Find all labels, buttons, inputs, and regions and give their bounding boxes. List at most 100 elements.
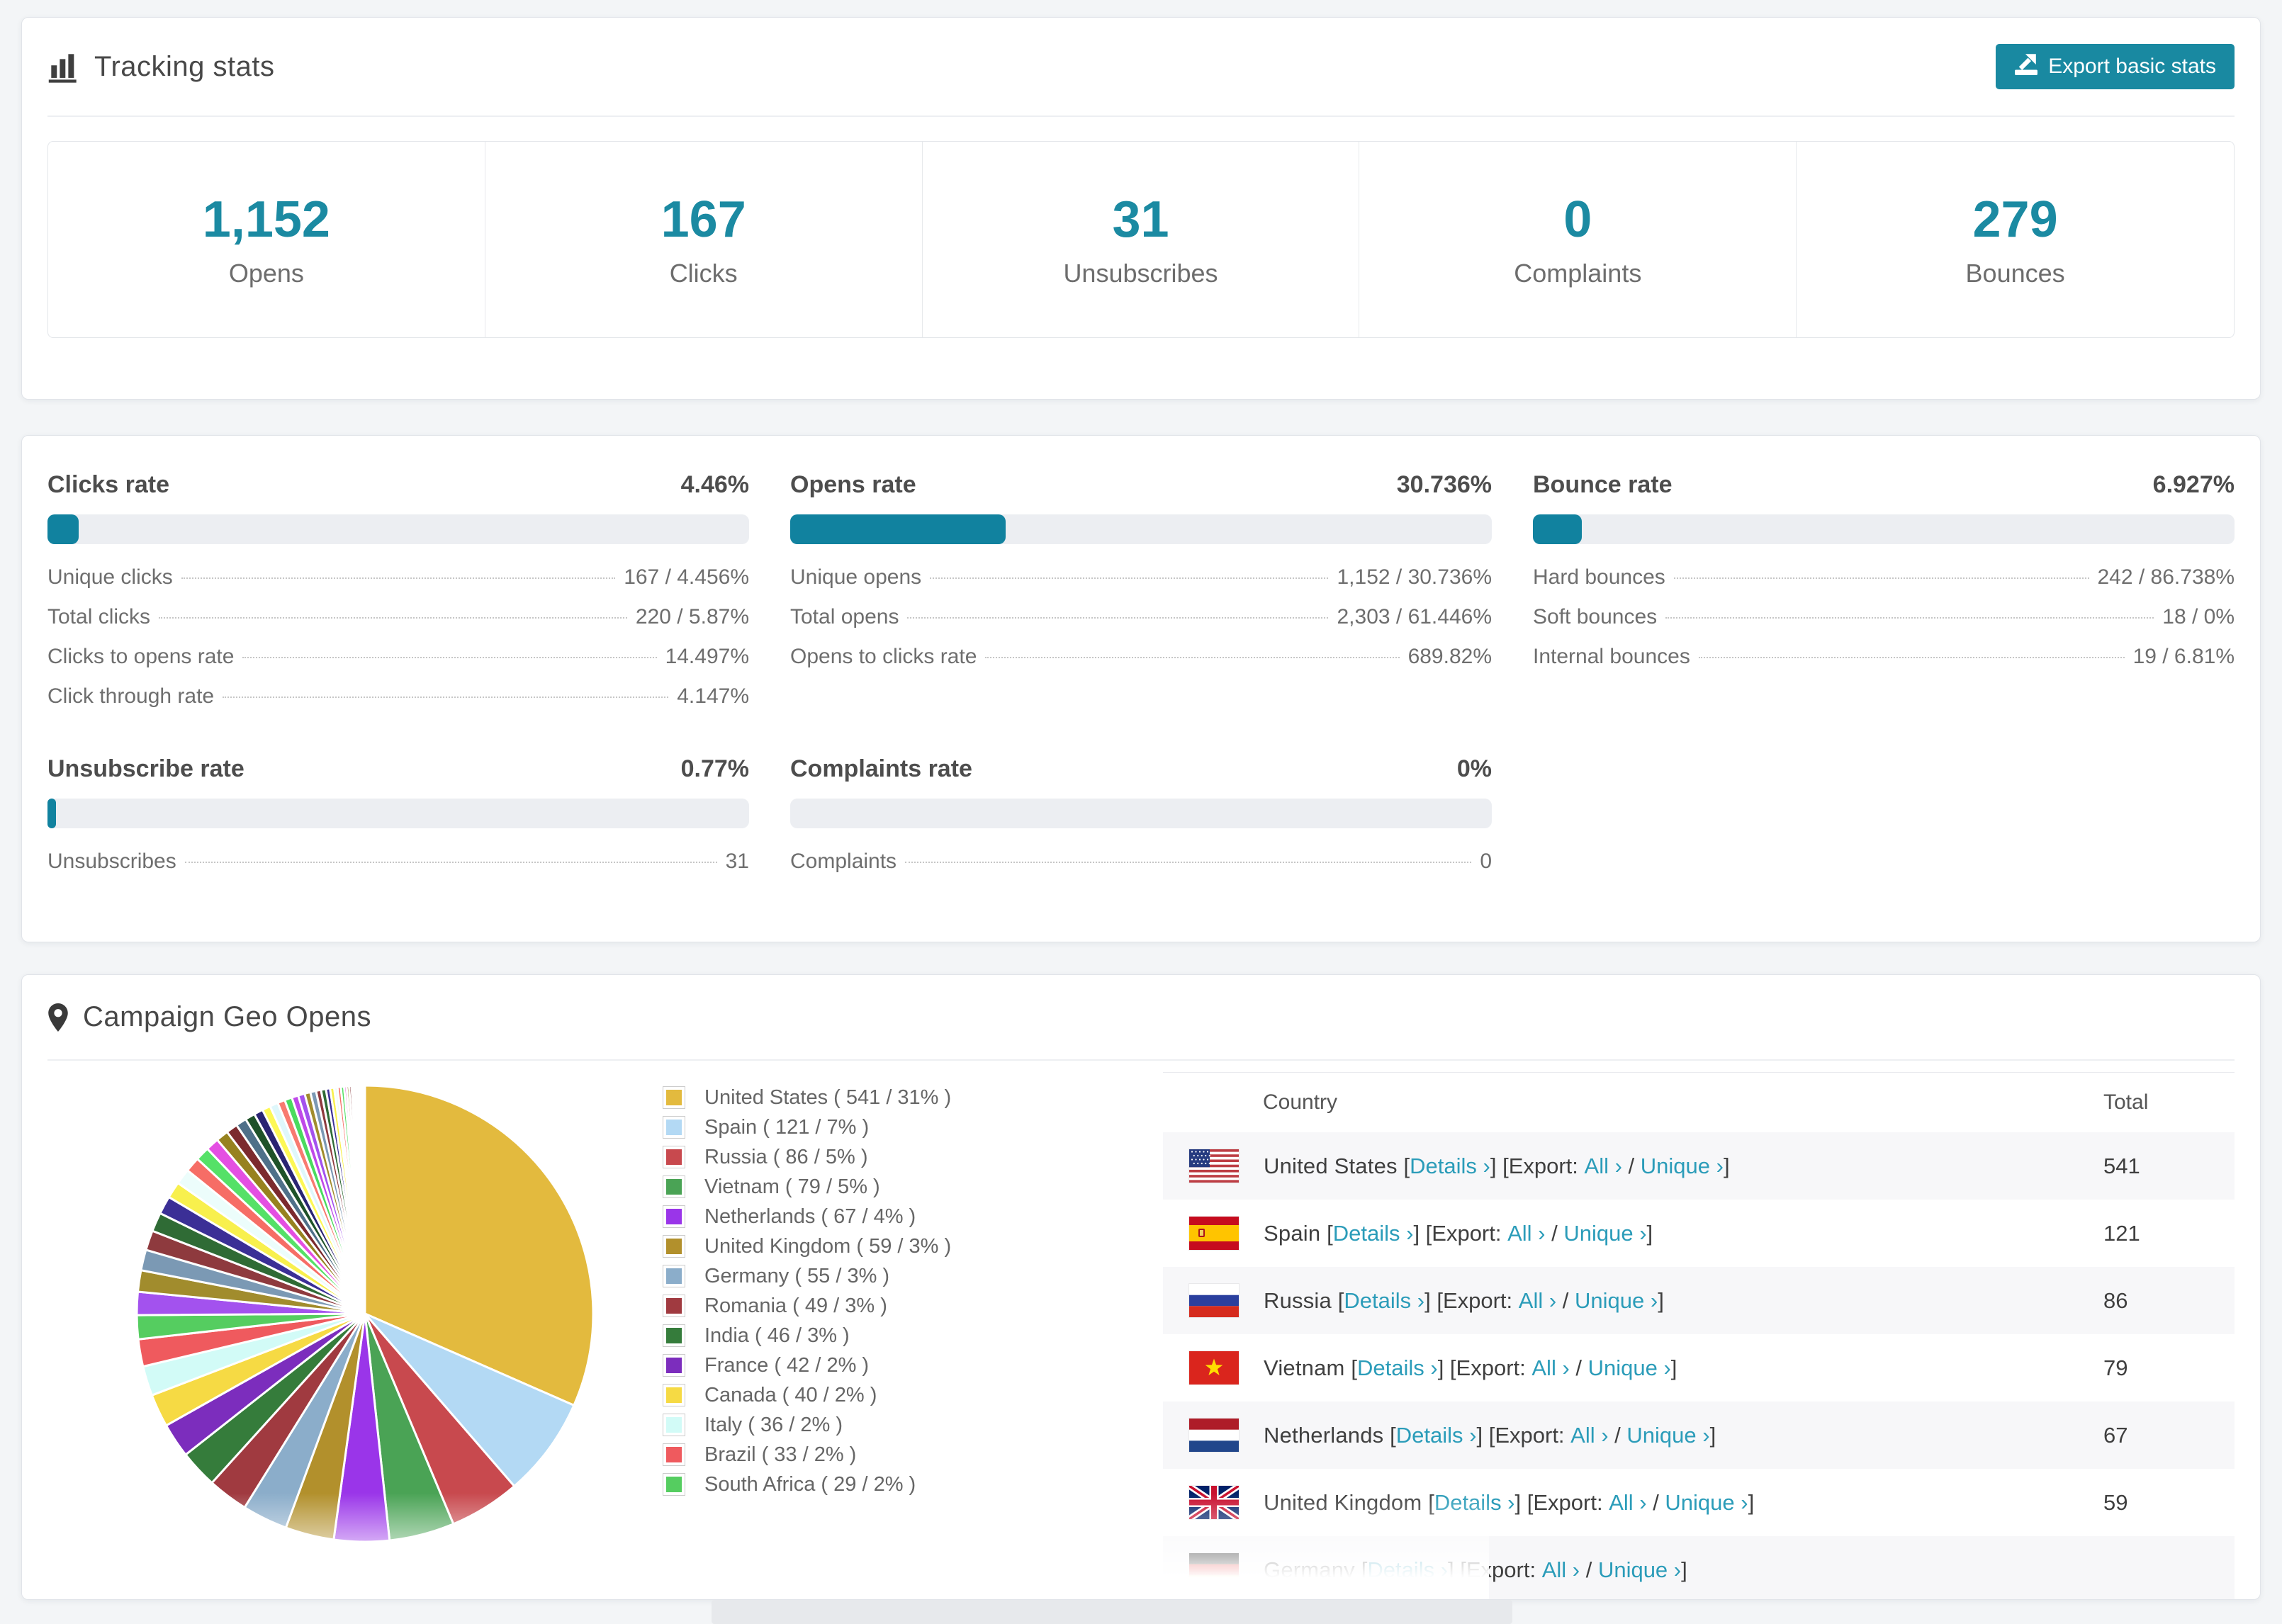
rate-row-label: Clicks to opens rate xyxy=(47,645,235,668)
stat-label-bounces: Bounces xyxy=(1965,259,2065,288)
rate-row-value: 220 / 5.87% xyxy=(635,605,749,628)
stat-label-opens: Opens xyxy=(228,259,304,288)
rate-row-value: 0 xyxy=(1480,850,1492,873)
horizontal-scrollbar-thumb[interactable] xyxy=(712,1600,1512,1624)
legend-label: United Kingdom ( 59 / 3% ) xyxy=(704,1234,952,1258)
country-total: 79 xyxy=(2103,1355,2128,1380)
rate-row-value: 31 xyxy=(725,850,749,873)
legend-item-italy[interactable]: Italy ( 36 / 2% ) xyxy=(663,1410,951,1440)
export-unique-link-united-kingdom[interactable]: Unique › xyxy=(1665,1490,1748,1516)
bounce-progress-bar xyxy=(1533,514,2235,544)
legend-item-russia[interactable]: Russia ( 86 / 5% ) xyxy=(663,1142,951,1172)
export-all-link-spain[interactable]: All › xyxy=(1507,1221,1545,1246)
opens-row-unique-opens: Unique opens 1,152 / 30.736% xyxy=(790,565,1492,605)
map-pin-icon xyxy=(47,1003,69,1032)
unsubscribe-row-unsubscribes: Unsubscribes 31 xyxy=(47,850,749,889)
legend-item-vietnam[interactable]: Vietnam ( 79 / 5% ) xyxy=(663,1172,951,1202)
legend-item-brazil[interactable]: Brazil ( 33 / 2% ) xyxy=(663,1440,951,1470)
opens-row-opens-to-clicks-rate: Opens to clicks rate 689.82% xyxy=(790,645,1492,684)
details-link-netherlands[interactable]: Details › xyxy=(1396,1423,1477,1448)
legend-item-canada[interactable]: Canada ( 40 / 2% ) xyxy=(663,1380,951,1410)
legend-item-france[interactable]: France ( 42 / 2% ) xyxy=(663,1350,951,1380)
legend-swatch xyxy=(663,1206,685,1227)
geo-table-row-united-states: United States [Details ›] [Export: All ›… xyxy=(1163,1132,2235,1200)
dotted-leader xyxy=(905,862,1472,863)
geo-table-header: Country Total xyxy=(1163,1073,2235,1132)
export-all-link-united-kingdom[interactable]: All › xyxy=(1609,1490,1646,1516)
bar-chart-icon xyxy=(47,50,80,83)
country-total: 121 xyxy=(2103,1220,2140,1246)
export-unique-link-united-states[interactable]: Unique › xyxy=(1641,1154,1724,1179)
legend-label: Brazil ( 33 / 2% ) xyxy=(704,1443,857,1466)
rate-row-value: 4.147% xyxy=(677,684,749,708)
column-country: Country xyxy=(1263,1090,1338,1114)
rate-row-label: Hard bounces xyxy=(1533,565,1665,589)
nl-flag-icon xyxy=(1189,1419,1239,1452)
legend-swatch xyxy=(663,1087,685,1108)
legend-item-spain[interactable]: Spain ( 121 / 7% ) xyxy=(663,1112,951,1142)
legend-swatch xyxy=(663,1236,685,1257)
details-link-united-states[interactable]: Details › xyxy=(1410,1154,1490,1179)
legend-swatch xyxy=(663,1117,685,1138)
legend-swatch xyxy=(663,1414,685,1436)
rate-row-label: Total clicks xyxy=(47,605,151,628)
export-unique-link-spain[interactable]: Unique › xyxy=(1563,1221,1646,1246)
geo-table-row-netherlands: Netherlands [Details ›] [Export: All › /… xyxy=(1163,1402,2235,1469)
legend-swatch xyxy=(663,1444,685,1465)
export-unique-link-vietnam[interactable]: Unique › xyxy=(1588,1355,1671,1381)
export-all-link-united-states[interactable]: All › xyxy=(1585,1154,1622,1179)
export-unique-link-germany[interactable]: Unique › xyxy=(1598,1557,1681,1583)
us-flag-icon xyxy=(1189,1149,1239,1183)
legend-item-united-kingdom[interactable]: United Kingdom ( 59 / 3% ) xyxy=(663,1231,951,1261)
rate-row-value: 242 / 86.738% xyxy=(2097,565,2235,589)
gb-flag-icon xyxy=(1189,1486,1239,1519)
unsubscribe-rate-value: 0.77% xyxy=(680,755,749,782)
export-unique-link-russia[interactable]: Unique › xyxy=(1575,1288,1658,1314)
legend-label: Netherlands ( 67 / 4% ) xyxy=(704,1205,916,1228)
country-total: 59 xyxy=(2103,1489,2128,1515)
stat-value-unsubscribes: 31 xyxy=(1112,191,1169,248)
details-link-spain[interactable]: Details › xyxy=(1333,1221,1414,1246)
legend-item-south-africa[interactable]: South Africa ( 29 / 2% ) xyxy=(663,1470,951,1499)
vn-flag-icon xyxy=(1189,1351,1239,1385)
details-link-vietnam[interactable]: Details › xyxy=(1357,1355,1438,1381)
export-all-link-germany[interactable]: All › xyxy=(1542,1557,1580,1583)
complaints-rate-title: Complaints rate xyxy=(790,755,972,782)
export-all-link-netherlands[interactable]: All › xyxy=(1570,1423,1608,1448)
clicks-rate-value: 4.46% xyxy=(680,471,749,498)
es-flag-icon xyxy=(1189,1217,1239,1250)
legend-item-united-states[interactable]: United States ( 541 / 31% ) xyxy=(663,1083,951,1112)
clicks-progress-bar xyxy=(47,514,749,544)
bounce-rate-value: 6.927% xyxy=(2152,471,2235,498)
rate-row-value: 18 / 0% xyxy=(2162,605,2235,628)
rate-row-label: Unique clicks xyxy=(47,565,173,589)
rate-row-value: 167 / 4.456% xyxy=(624,565,749,589)
dotted-leader xyxy=(242,657,657,658)
export-all-link-russia[interactable]: All › xyxy=(1519,1288,1556,1314)
country-name: Russia xyxy=(1264,1287,1338,1313)
dotted-leader xyxy=(1665,617,2154,619)
export-all-link-vietnam[interactable]: All › xyxy=(1531,1355,1569,1381)
details-link-germany[interactable]: Details › xyxy=(1367,1557,1448,1583)
details-link-united-kingdom[interactable]: Details › xyxy=(1434,1490,1515,1516)
legend-item-netherlands[interactable]: Netherlands ( 67 / 4% ) xyxy=(663,1202,951,1231)
legend-swatch xyxy=(663,1474,685,1495)
legend-label: Vietnam ( 79 / 5% ) xyxy=(704,1175,880,1198)
bounce-row-internal-bounces: Internal bounces 19 / 6.81% xyxy=(1533,645,2235,684)
legend-swatch xyxy=(663,1295,685,1316)
geo-table-row-vietnam: Vietnam [Details ›] [Export: All › / Uni… xyxy=(1163,1334,2235,1402)
stat-box-unsubscribes: 31 Unsubscribes xyxy=(923,142,1360,337)
opens-rate-value: 30.736% xyxy=(1396,471,1492,498)
legend-item-india[interactable]: India ( 46 / 3% ) xyxy=(663,1321,951,1350)
details-link-russia[interactable]: Details › xyxy=(1344,1288,1424,1314)
legend-label: Russia ( 86 / 5% ) xyxy=(704,1145,868,1168)
export-unique-link-netherlands[interactable]: Unique › xyxy=(1626,1423,1709,1448)
bounce-rate-section: Bounce rate 6.927% Hard bounces 242 / 86.73… xyxy=(1533,471,2235,724)
legend-item-romania[interactable]: Romania ( 49 / 3% ) xyxy=(663,1291,951,1321)
country-name: Netherlands xyxy=(1264,1422,1390,1448)
legend-item-germany[interactable]: Germany ( 55 / 3% ) xyxy=(663,1261,951,1291)
rate-row-value: 14.497% xyxy=(665,645,749,668)
opens-progress-fill xyxy=(790,514,1006,544)
export-basic-stats-button[interactable]: Export basic stats xyxy=(1996,44,2235,89)
unsubscribe-rate-section: Unsubscribe rate 0.77% Unsubscribes 31 xyxy=(47,755,749,889)
